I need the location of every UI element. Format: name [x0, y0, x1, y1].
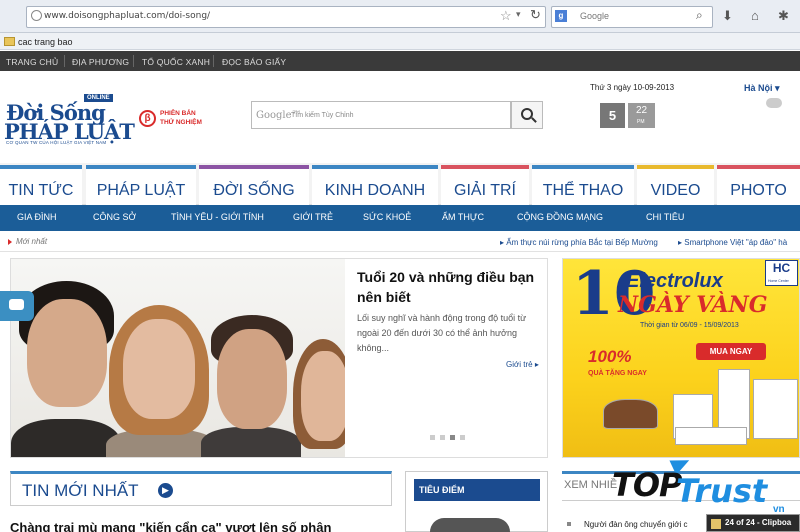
logo-tagline: CƠ QUAN TW CỦA HỘI LUẬT GIA VIỆT NAM [6, 140, 107, 145]
ad-brand: Electrolux [626, 270, 723, 292]
ticker-item[interactable]: ▸ Ẩm thực núi rừng phía Bắc tại Bếp Mườn… [500, 238, 658, 247]
current-date: Thứ 3 ngày 10-09-2013 [590, 83, 675, 92]
subnav-suc-khoe[interactable]: SỨC KHOẺ [363, 212, 411, 222]
tab-kinh-doanh[interactable]: KINH DOANH [312, 165, 438, 205]
bookmark-folder-label[interactable]: cac trang bao [18, 37, 73, 47]
url-text[interactable]: www.doisongphapluat.com/doi-song/ [44, 11, 210, 21]
clipboard-icon [711, 519, 721, 529]
ad-gift: QUÀ TẶNG NGAY [588, 370, 647, 377]
city-selector[interactable]: Hà Nội ▾ [744, 83, 780, 94]
ad-promo: 100% [588, 347, 632, 366]
bookmark-star-icon[interactable]: ☆ [500, 8, 512, 24]
tab-giải-trí[interactable]: GIẢI TRÍ [441, 165, 529, 205]
subnav-chi-tieu[interactable]: CHI TIÊU [646, 212, 684, 222]
beta-label-1: PHIÊN BẢN [160, 110, 196, 117]
more-title[interactable]: XEM NHIỀ [564, 479, 617, 491]
chat-icon [9, 299, 24, 310]
subnav-cong-dong[interactable]: CỘNG ĐỒNG MẠNG [517, 212, 603, 222]
site-search-placeholder: Tìm kiếm Tùy Chỉnh [291, 112, 354, 119]
slide-dot-active[interactable] [450, 435, 455, 440]
clipboard-popup[interactable]: 24 of 24 - Clipboa [706, 514, 800, 532]
subnav-tinh-yeu[interactable]: TÌNH YÊU - GIỚI TÍNH [171, 212, 264, 222]
ad-period: Thời gian từ 06/09 - 15/09/2013 [640, 322, 739, 329]
subnav-am-thuc[interactable]: ẨM THỰC [442, 212, 484, 222]
latest-news-title[interactable]: TIN MỚI NHẤT [22, 481, 139, 501]
tab-tin-tức[interactable]: TIN TỨC [0, 165, 82, 205]
watermark-top: TOP [612, 466, 682, 504]
slide-dot[interactable] [460, 435, 465, 440]
sub-navigation: GIA ĐÌNH CÔNG SỞ TÌNH YÊU - GIỚI TÍNH GI… [0, 205, 800, 231]
featured-photo[interactable] [11, 259, 345, 457]
browser-search-placeholder: Google [580, 11, 610, 21]
chevron-down-icon[interactable]: ▾ [516, 9, 521, 20]
subnav-gioi-tre[interactable]: GIỚI TRẺ [293, 212, 333, 222]
breadcrumb: Mới nhất [16, 237, 48, 246]
home-icon[interactable]: ⌂ [751, 8, 759, 23]
subnav-gia-dinh[interactable]: GIA ĐÌNH [17, 212, 57, 222]
chevron-right-icon[interactable]: ▶ [158, 483, 173, 498]
topnav-green[interactable]: TỔ QUỐC XANH [142, 57, 210, 67]
site-top-nav: TRANG CHỦ ĐỊA PHƯƠNG TỔ QUỐC XANH ĐỌC BÁ… [0, 51, 800, 71]
folder-icon [4, 37, 15, 46]
topnav-home[interactable]: TRANG CHỦ [6, 57, 58, 67]
beta-label-2: THỬ NGHIỆM [160, 119, 202, 126]
reload-icon[interactable]: ↻ [530, 7, 541, 23]
subnav-cong-so[interactable]: CÔNG SỞ [93, 212, 136, 222]
watermark-trust: Trust [676, 472, 768, 510]
google-icon[interactable]: g [555, 10, 567, 22]
chat-widget[interactable] [0, 291, 34, 321]
featured-title[interactable]: Tuổi 20 và những điều bạn nên biết [357, 267, 542, 307]
more-item[interactable]: Người đàn ông chuyển giới c [584, 520, 687, 529]
site-search-button[interactable] [511, 101, 543, 129]
ticker-item[interactable]: ▸ Smartphone Việt "áp đảo" hà [678, 238, 787, 247]
ad-headline: NGÀY VÀNG [618, 292, 768, 318]
focus-thumbnail[interactable] [430, 518, 510, 532]
download-icon[interactable]: ⬇ [722, 8, 733, 24]
featured-category-link[interactable]: Giới trẻ ▸ [506, 360, 539, 369]
search-icon[interactable]: ⌕ [696, 8, 703, 23]
divider [0, 251, 800, 252]
slide-dot[interactable] [440, 435, 445, 440]
tab-đời-sống[interactable]: ĐỜI SỐNG [199, 165, 309, 205]
addon-icon[interactable]: ✱ [778, 8, 789, 24]
tab-pháp-luật[interactable]: PHÁP LUẬT [86, 165, 196, 205]
featured-description: Lối suy nghĩ và hành động trong độ tuổi … [357, 313, 527, 353]
globe-icon [31, 10, 42, 21]
breadcrumb-arrow-icon [8, 239, 12, 245]
tab-photo[interactable]: PHOTO [717, 165, 800, 205]
weather-number-1: 5 [600, 103, 625, 128]
store-logo-sub: Home Center [768, 279, 789, 283]
list-bullet [567, 522, 571, 526]
tab-thể-thao[interactable]: THỂ THAO [532, 165, 634, 205]
tab-video[interactable]: VIDEO [637, 165, 714, 205]
topnav-local[interactable]: ĐỊA PHƯƠNG [72, 57, 129, 67]
topnav-paper[interactable]: ĐỌC BÁO GIẤY [222, 57, 286, 67]
beta-icon: β [139, 110, 156, 127]
slide-dot[interactable] [430, 435, 435, 440]
ad-buy-button[interactable]: MUA NGAY [696, 343, 766, 360]
bookmarks-bar [0, 33, 800, 50]
focus-title[interactable]: TIÊU ĐIỂM [414, 479, 540, 501]
latest-headline[interactable]: Chàng trai mù mang "kiến cẩn ca" vượt lê… [10, 520, 331, 532]
browser-search-field[interactable] [551, 6, 713, 28]
weather-pm: PM [637, 119, 645, 125]
weather-icon [766, 98, 782, 108]
